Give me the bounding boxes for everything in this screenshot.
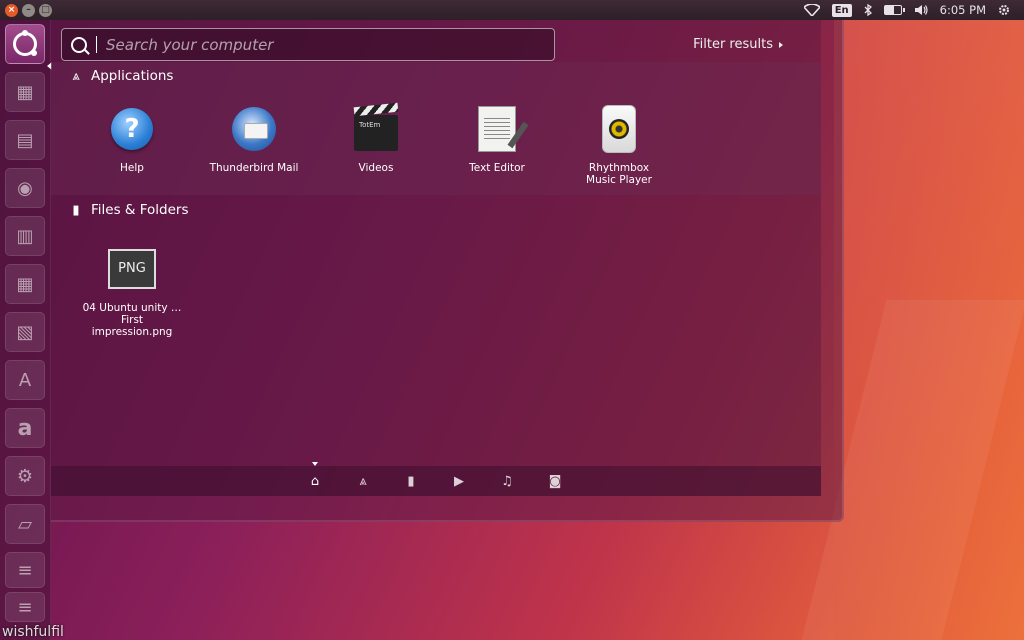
text-editor-icon xyxy=(478,106,516,152)
app-label: Videos xyxy=(358,162,394,174)
text-caret xyxy=(96,36,97,53)
close-icon[interactable]: × xyxy=(5,3,18,17)
presentation-icon[interactable]: ▧ xyxy=(5,312,45,352)
maximize-icon[interactable]: □ xyxy=(39,3,52,17)
app-label: Help xyxy=(120,162,144,174)
filter-results-label: Filter results xyxy=(693,37,773,52)
clapperboard-icon: TotEm xyxy=(354,115,398,151)
amazon-icon[interactable]: a xyxy=(5,408,45,448)
dash-overlay: Filter results ⩓ Applications ? Help Thu… xyxy=(51,20,844,522)
file-icon: ▮ xyxy=(72,202,80,218)
battery-icon[interactable] xyxy=(883,5,905,15)
app-thunderbird[interactable]: Thunderbird Mail xyxy=(199,104,309,174)
power-gear-icon[interactable] xyxy=(998,4,1010,16)
folder-icon[interactable]: ▦ xyxy=(5,72,45,112)
language-label: En xyxy=(831,3,852,17)
music-icon[interactable]: ♫ xyxy=(499,474,515,490)
filter-results-button[interactable]: Filter results xyxy=(693,37,783,52)
workspace-icon[interactable]: ▱ xyxy=(5,504,45,544)
video-icon[interactable]: ▶ xyxy=(451,474,467,490)
app-text-editor[interactable]: Text Editor xyxy=(442,104,552,174)
ubuntu-logo-icon[interactable] xyxy=(5,24,45,64)
minimize-icon[interactable]: – xyxy=(22,3,35,17)
camera-icon[interactable]: ◙ xyxy=(547,474,563,490)
software-center-icon[interactable]: A xyxy=(5,360,45,400)
app-videos[interactable]: TotEm Videos xyxy=(321,104,431,174)
chevron-right-icon xyxy=(779,41,783,48)
clock[interactable]: 6:05 PM xyxy=(940,3,986,17)
lens-bar: ⌂ ⩓ ▮ ▶ ♫ ◙ xyxy=(51,466,821,496)
top-panel: × – □ En 6:05 PM xyxy=(0,0,1024,20)
file-icon[interactable]: ▮ xyxy=(403,474,419,490)
applications-header[interactable]: ⩓ Applications xyxy=(69,68,173,84)
dash-content: Filter results ⩓ Applications ? Help Thu… xyxy=(51,20,821,496)
archive-icon[interactable]: ▤ xyxy=(5,120,45,160)
gear-icon[interactable]: ⚙ xyxy=(5,456,45,496)
search-icon xyxy=(71,36,87,53)
indicator-area: En 6:05 PM xyxy=(803,3,1024,17)
window-controls: × – □ xyxy=(5,3,52,17)
app-help[interactable]: ? Help xyxy=(77,104,187,174)
applications-icon[interactable]: ⩓ xyxy=(355,474,371,490)
trash-icon[interactable]: ≡ xyxy=(5,592,45,622)
firefox-icon[interactable]: ◉ xyxy=(5,168,45,208)
wallpaper-streak xyxy=(834,20,1024,640)
bluetooth-icon[interactable] xyxy=(864,4,872,16)
applications-icon: ⩓ xyxy=(72,68,80,84)
spreadsheet-icon[interactable]: ▦ xyxy=(5,264,45,304)
app-rhythmbox[interactable]: Rhythmbox Music Player xyxy=(564,104,674,186)
search-box[interactable] xyxy=(61,28,555,61)
app-label: Text Editor xyxy=(469,162,525,174)
speaker-icon xyxy=(602,105,636,153)
trash-icon[interactable]: ≡ xyxy=(5,552,45,588)
document-icon[interactable]: ▥ xyxy=(5,216,45,256)
volume-icon[interactable] xyxy=(914,4,928,16)
thunderbird-icon xyxy=(232,107,276,151)
search-input[interactable] xyxy=(106,35,554,54)
help-icon: ? xyxy=(111,108,153,150)
png-file-icon: PNG xyxy=(108,249,156,289)
file-label: 04 Ubuntu unity … First impression.png xyxy=(82,302,182,338)
watermark: wishfulfil xyxy=(2,624,64,640)
app-label: Thunderbird Mail xyxy=(209,162,299,174)
battery-level xyxy=(884,6,895,14)
app-label: Rhythmbox Music Player xyxy=(586,162,652,186)
home-icon[interactable]: ⌂ xyxy=(307,474,323,490)
file-item[interactable]: PNG 04 Ubuntu unity … First impression.p… xyxy=(77,244,187,338)
keyboard-layout-indicator[interactable]: En xyxy=(831,3,852,17)
wifi-icon[interactable] xyxy=(803,4,820,16)
launcher: ▦ ▤ ◉ ▥ ▦ ▧ A a ⚙ ▱ ≡ ≡ xyxy=(0,20,52,640)
files-folders-header[interactable]: ▮ Files & Folders xyxy=(69,202,188,218)
